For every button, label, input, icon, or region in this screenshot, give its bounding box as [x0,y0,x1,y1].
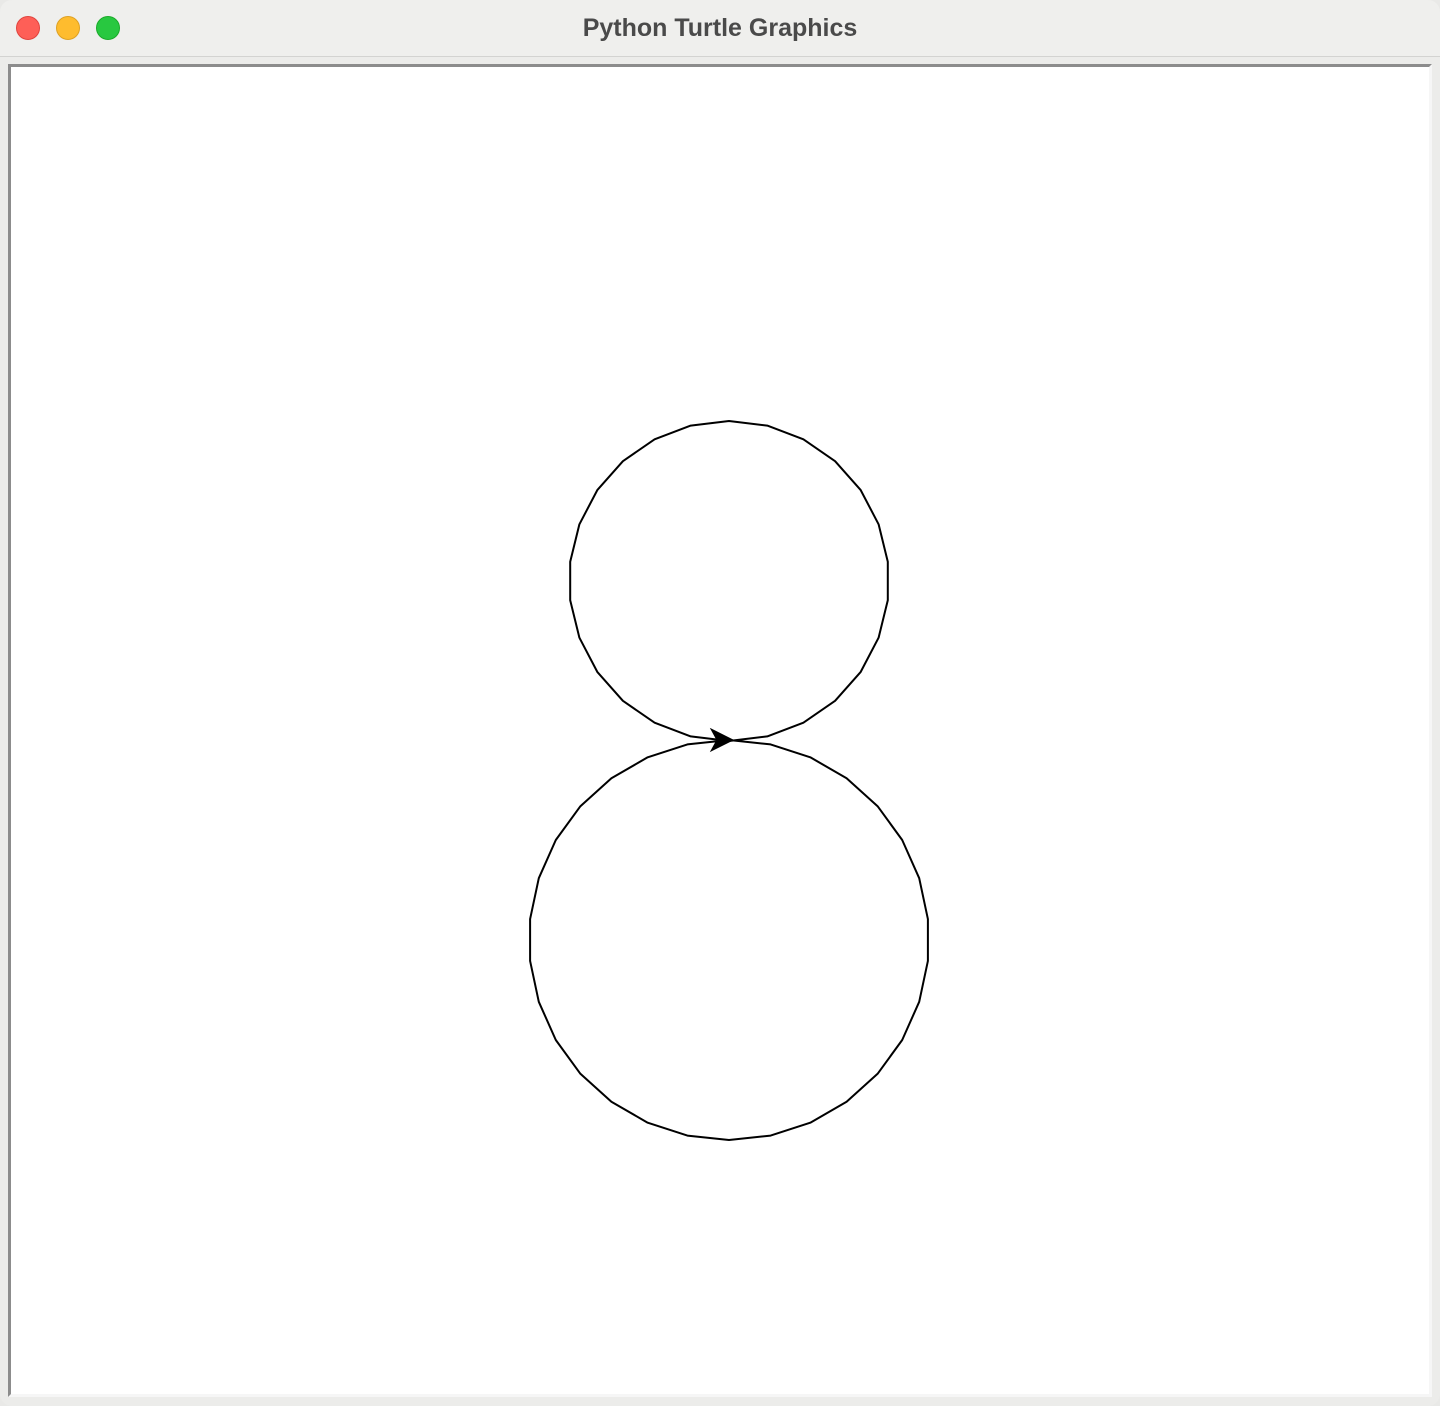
lower-circle-path [529,739,929,1141]
upper-circle-path [569,420,889,742]
window-title: Python Turtle Graphics [582,14,858,42]
turtle-canvas[interactable] [8,64,1432,1397]
turtle-drawing [529,420,929,1141]
turtle-window: Python Turtle Graphics [0,0,1440,1406]
title-bar[interactable]: Python Turtle Graphics [0,0,1440,57]
